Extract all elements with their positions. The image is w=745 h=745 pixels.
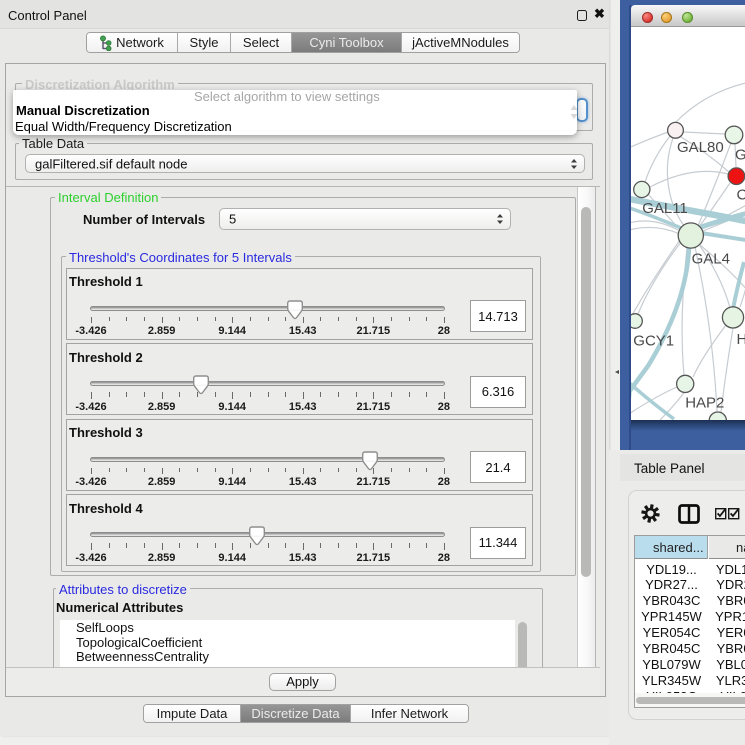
svg-text:GA: GA (735, 147, 745, 164)
svg-text:C: C (737, 187, 745, 204)
svg-text:H: H (737, 331, 745, 348)
svg-text:HAP2: HAP2 (685, 395, 724, 412)
svg-text:GCY1: GCY1 (633, 333, 674, 350)
svg-text:GAL80: GAL80 (677, 139, 724, 156)
svg-text:GAL11: GAL11 (642, 200, 688, 217)
svg-text:GAL4: GAL4 (692, 251, 730, 268)
